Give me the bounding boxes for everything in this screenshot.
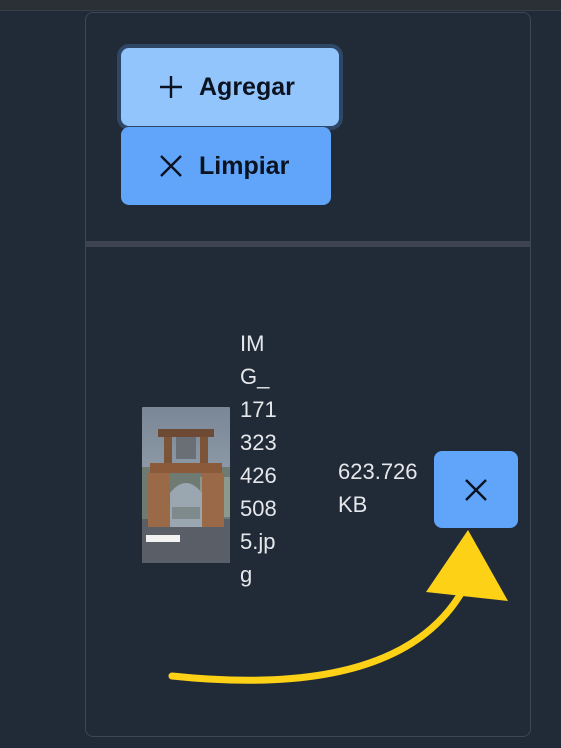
close-icon (160, 155, 182, 177)
remove-file-button[interactable] (434, 451, 518, 528)
add-button-label: Agregar (199, 72, 295, 101)
close-icon (465, 478, 487, 501)
top-bar (0, 0, 561, 11)
file-list-item: IMG_1713234265085.jpg 623.726 KB (86, 247, 530, 737)
file-thumbnail (142, 407, 230, 563)
clear-button[interactable]: Limpiar (121, 127, 331, 205)
plus-icon (160, 76, 182, 98)
clear-button-label: Limpiar (199, 151, 290, 180)
upload-toolbar: Agregar Limpiar (86, 13, 530, 241)
add-button[interactable]: Agregar (121, 48, 339, 126)
file-upload-panel: Agregar Limpiar IMG_1713234265085.jpg 62… (85, 12, 531, 737)
file-size: 623.726 KB (338, 459, 418, 517)
file-name: IMG_1713234265085.jpg (240, 331, 277, 587)
